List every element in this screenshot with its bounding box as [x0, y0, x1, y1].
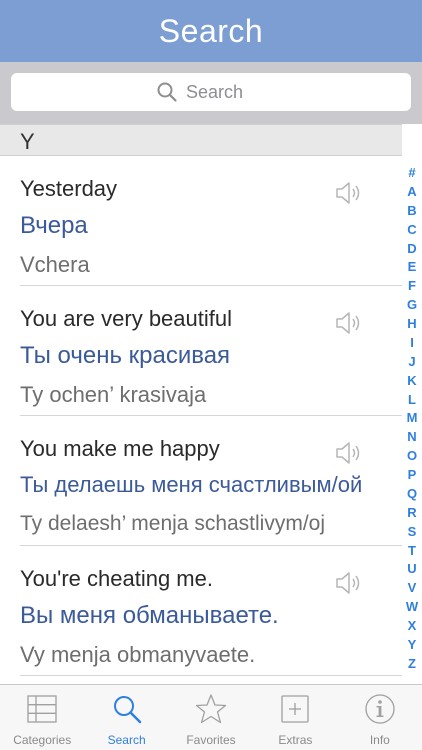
- search-icon: [157, 82, 177, 102]
- index-letter[interactable]: T: [408, 544, 416, 557]
- index-letter[interactable]: E: [408, 260, 417, 273]
- index-letter[interactable]: B: [407, 204, 416, 217]
- transliteration: Vchera: [20, 252, 90, 277]
- section-index[interactable]: # A B C D E F G H I J K L M N O P Q R S …: [402, 166, 422, 670]
- row-divider: [20, 675, 402, 676]
- list-item[interactable]: You make me happy Ты делаешь меня счастл…: [0, 416, 402, 546]
- search-input[interactable]: [186, 81, 266, 103]
- index-letter[interactable]: Y: [408, 638, 417, 651]
- tab-bar: Categories Search Favorites Extras Info: [0, 684, 422, 750]
- russian-phrase: Ты очень красивая: [20, 342, 231, 369]
- index-letter[interactable]: V: [408, 581, 417, 594]
- index-letter[interactable]: #: [408, 166, 415, 179]
- index-letter[interactable]: M: [407, 411, 418, 424]
- phrase-list[interactable]: Yesterday Вчера Vchera You are very beau…: [0, 156, 402, 684]
- section-letter: Y: [20, 129, 35, 154]
- speaker-icon[interactable]: [334, 440, 364, 466]
- info-icon: [365, 694, 395, 724]
- speaker-icon[interactable]: [334, 570, 364, 596]
- list-item[interactable]: You are very beautiful Ты очень красивая…: [0, 286, 402, 416]
- page-title: Search: [158, 12, 264, 49]
- tab-search[interactable]: Search: [84, 685, 168, 750]
- tab-label: Categories: [13, 733, 72, 747]
- speaker-icon[interactable]: [334, 310, 364, 336]
- index-letter[interactable]: N: [407, 430, 416, 443]
- index-letter[interactable]: I: [410, 336, 414, 349]
- tab-categories[interactable]: Categories: [0, 685, 84, 750]
- tab-label: Extras: [278, 733, 313, 747]
- english-phrase: You are very beautiful: [20, 306, 232, 331]
- index-letter[interactable]: G: [407, 298, 417, 311]
- transliteration: Ty ochen’ krasivaja: [20, 382, 207, 407]
- star-icon: [195, 694, 227, 724]
- index-letter[interactable]: Q: [407, 487, 417, 500]
- english-phrase: You're cheating me.: [20, 566, 213, 591]
- nav-bar: Search: [0, 0, 422, 62]
- section-header: Y: [0, 124, 402, 156]
- index-letter[interactable]: S: [408, 525, 417, 538]
- index-letter[interactable]: C: [407, 223, 416, 236]
- index-letter[interactable]: L: [408, 393, 416, 406]
- search-bar-area: [0, 62, 422, 124]
- search-icon: [113, 696, 141, 724]
- index-letter[interactable]: W: [406, 600, 418, 613]
- index-letter[interactable]: H: [407, 317, 416, 330]
- index-letter[interactable]: U: [407, 562, 416, 575]
- index-letter[interactable]: R: [407, 506, 416, 519]
- index-letter[interactable]: O: [407, 449, 417, 462]
- index-letter[interactable]: A: [407, 185, 416, 198]
- list-item[interactable]: You're cheating me. Вы меня обманываете.…: [0, 546, 402, 676]
- search-field[interactable]: [11, 73, 411, 111]
- russian-phrase: Ты делаешь меня счастливым/ой: [20, 472, 363, 497]
- index-letter[interactable]: X: [408, 619, 417, 632]
- tab-info[interactable]: Info: [338, 685, 422, 750]
- russian-phrase: Вчера: [20, 212, 88, 239]
- index-letter[interactable]: J: [408, 355, 415, 368]
- transliteration: Vy menja obmanyvaete.: [20, 642, 256, 667]
- russian-phrase: Вы меня обманываете.: [20, 602, 279, 629]
- transliteration: Ty delaesh’ menja schastlivym/oj: [20, 512, 326, 535]
- speaker-icon[interactable]: [334, 180, 364, 206]
- list-icon: [27, 695, 57, 723]
- index-letter[interactable]: Z: [408, 657, 416, 670]
- index-letter[interactable]: K: [407, 374, 416, 387]
- plus-box-icon: [281, 695, 310, 723]
- tab-label: Favorites: [186, 733, 236, 747]
- english-phrase: Yesterday: [20, 176, 118, 201]
- index-letter[interactable]: P: [408, 468, 417, 481]
- tab-label: Search: [107, 733, 146, 747]
- tab-label: Info: [369, 733, 390, 747]
- list-item[interactable]: Yesterday Вчера Vchera: [0, 156, 402, 286]
- index-letter[interactable]: F: [408, 279, 416, 292]
- tab-extras[interactable]: Extras: [253, 685, 337, 750]
- english-phrase: You make me happy: [20, 436, 220, 461]
- tab-favorites[interactable]: Favorites: [169, 685, 253, 750]
- index-letter[interactable]: D: [407, 242, 416, 255]
